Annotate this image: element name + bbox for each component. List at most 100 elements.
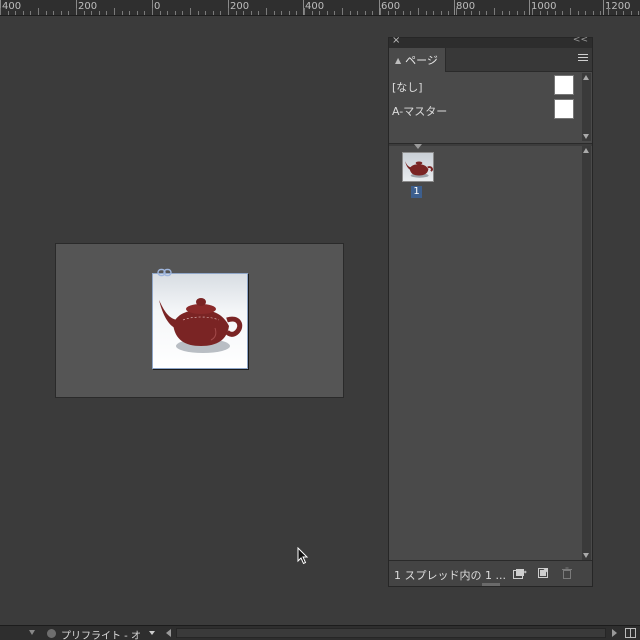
- ruler-tick: [266, 8, 267, 15]
- masters-list: [なし] A-マスター: [389, 73, 581, 141]
- ruler-tick: [516, 11, 518, 15]
- ruler-tick: [45, 11, 47, 15]
- ruler-tick: [547, 11, 549, 15]
- ruler-label: 200: [228, 0, 250, 15]
- ruler-tick: [243, 11, 245, 15]
- ruler-label: 1000: [529, 0, 557, 15]
- teapot-image: [159, 298, 243, 353]
- page-thumbnail-image: [405, 161, 433, 178]
- ruler-tick: [509, 11, 511, 15]
- horizontal-scrollbar[interactable]: [176, 628, 606, 638]
- ruler-tick: [258, 11, 260, 15]
- ruler-tick: [418, 8, 419, 15]
- master-item-a[interactable]: A-マスター: [389, 99, 581, 121]
- ruler-tick: [342, 8, 343, 15]
- ruler-label: 600: [379, 0, 401, 15]
- ruler-tick: [38, 8, 39, 15]
- ruler-tick: [212, 11, 214, 15]
- master-label: A-マスター: [392, 105, 448, 118]
- pages-scrollbar[interactable]: [582, 146, 591, 560]
- ruler-tick: [273, 11, 275, 15]
- ruler-tick: [197, 11, 199, 15]
- panel-menu-icon[interactable]: [578, 54, 588, 64]
- ruler-tick: [30, 11, 32, 15]
- scroll-down-icon[interactable]: [583, 134, 589, 139]
- ruler-tick: [402, 11, 404, 15]
- ruler-label: 400: [0, 0, 22, 15]
- scroll-up-icon[interactable]: [583, 75, 589, 80]
- preflight-label[interactable]: プリフライト - オ: [61, 627, 141, 640]
- new-spread-icon[interactable]: [513, 567, 527, 579]
- ruler-tick: [380, 8, 381, 15]
- horizontal-ruler[interactable]: 400 200 0 200 400 600 800 1000 1200: [0, 0, 640, 16]
- ruler-tick: [60, 11, 62, 15]
- panel-resize-grip[interactable]: [482, 583, 500, 586]
- master-label: [なし]: [392, 81, 423, 94]
- preflight-dropdown-icon[interactable]: [149, 631, 155, 635]
- scroll-right-icon[interactable]: [612, 629, 617, 637]
- ruler-tick: [304, 8, 305, 15]
- ruler-tick: [577, 11, 579, 15]
- tab-pages[interactable]: ▲︎ ページ: [389, 48, 446, 72]
- ruler-tick: [311, 11, 313, 15]
- master-thumbnail[interactable]: [554, 75, 574, 95]
- pages-list: 1: [389, 146, 581, 561]
- scroll-left-icon[interactable]: [166, 629, 171, 637]
- ruler-tick: [83, 11, 85, 15]
- ruler-tick: [98, 11, 100, 15]
- status-bar: プリフライト - オ: [0, 625, 640, 640]
- ruler-tick: [539, 11, 541, 15]
- master-thumbnail[interactable]: [554, 99, 574, 119]
- ruler-tick: [136, 11, 138, 15]
- collapse-icon[interactable]: <<: [573, 35, 588, 45]
- ruler-tick: [0, 8, 1, 15]
- ruler-tick: [152, 8, 153, 15]
- ruler-tick: [121, 11, 123, 15]
- ruler-tick: [167, 11, 169, 15]
- new-page-icon[interactable]: [537, 567, 549, 579]
- ruler-tick: [570, 8, 571, 15]
- page-number-label[interactable]: 1: [411, 186, 422, 198]
- image-frame[interactable]: [152, 273, 248, 369]
- ruler-tick: [190, 8, 191, 15]
- ruler-tick: [410, 11, 412, 15]
- ruler-tick: [319, 11, 321, 15]
- tab-expand-icon[interactable]: ▲︎: [395, 56, 401, 65]
- ruler-tick: [281, 11, 283, 15]
- ruler-tick: [630, 11, 632, 15]
- link-icon[interactable]: [157, 268, 173, 277]
- ruler-label: 200: [76, 0, 98, 15]
- ruler-tick: [364, 11, 366, 15]
- ruler-tick: [486, 11, 488, 15]
- ruler-tick: [15, 11, 17, 15]
- ruler-tick: [494, 8, 495, 15]
- ruler-tick: [91, 11, 93, 15]
- ruler-tick: [463, 11, 465, 15]
- ruler-tick: [53, 11, 55, 15]
- ruler-tick: [554, 11, 556, 15]
- pages-panel: × << ▲︎ ページ [なし] A-マスター 1 1 スプレッド内の 1 ..…: [388, 35, 593, 587]
- master-item-none[interactable]: [なし]: [389, 75, 581, 97]
- preflight-status-icon: [47, 629, 56, 638]
- ruler-tick: [592, 11, 594, 15]
- ruler-tick: [7, 11, 9, 15]
- ruler-tick: [448, 11, 450, 15]
- split-view-icon[interactable]: [625, 628, 636, 638]
- ruler-tick: [349, 11, 351, 15]
- page-thumbnail[interactable]: [402, 152, 434, 182]
- masters-scrollbar[interactable]: [582, 73, 591, 141]
- ruler-tick: [76, 8, 77, 15]
- ruler-tick: [174, 11, 176, 15]
- scroll-down-icon[interactable]: [583, 553, 589, 558]
- scroll-up-icon[interactable]: [583, 148, 589, 153]
- ruler-tick: [478, 11, 480, 15]
- ruler-tick: [600, 11, 602, 15]
- ruler-tick: [250, 11, 252, 15]
- ruler-tick: [129, 11, 131, 15]
- panel-title-bar[interactable]: × <<: [389, 35, 592, 48]
- close-icon[interactable]: ×: [392, 35, 400, 46]
- trash-icon[interactable]: [561, 567, 573, 579]
- status-menu-arrow-icon[interactable]: [29, 630, 35, 635]
- ruler-tick: [372, 11, 374, 15]
- ruler-tick: [22, 11, 24, 15]
